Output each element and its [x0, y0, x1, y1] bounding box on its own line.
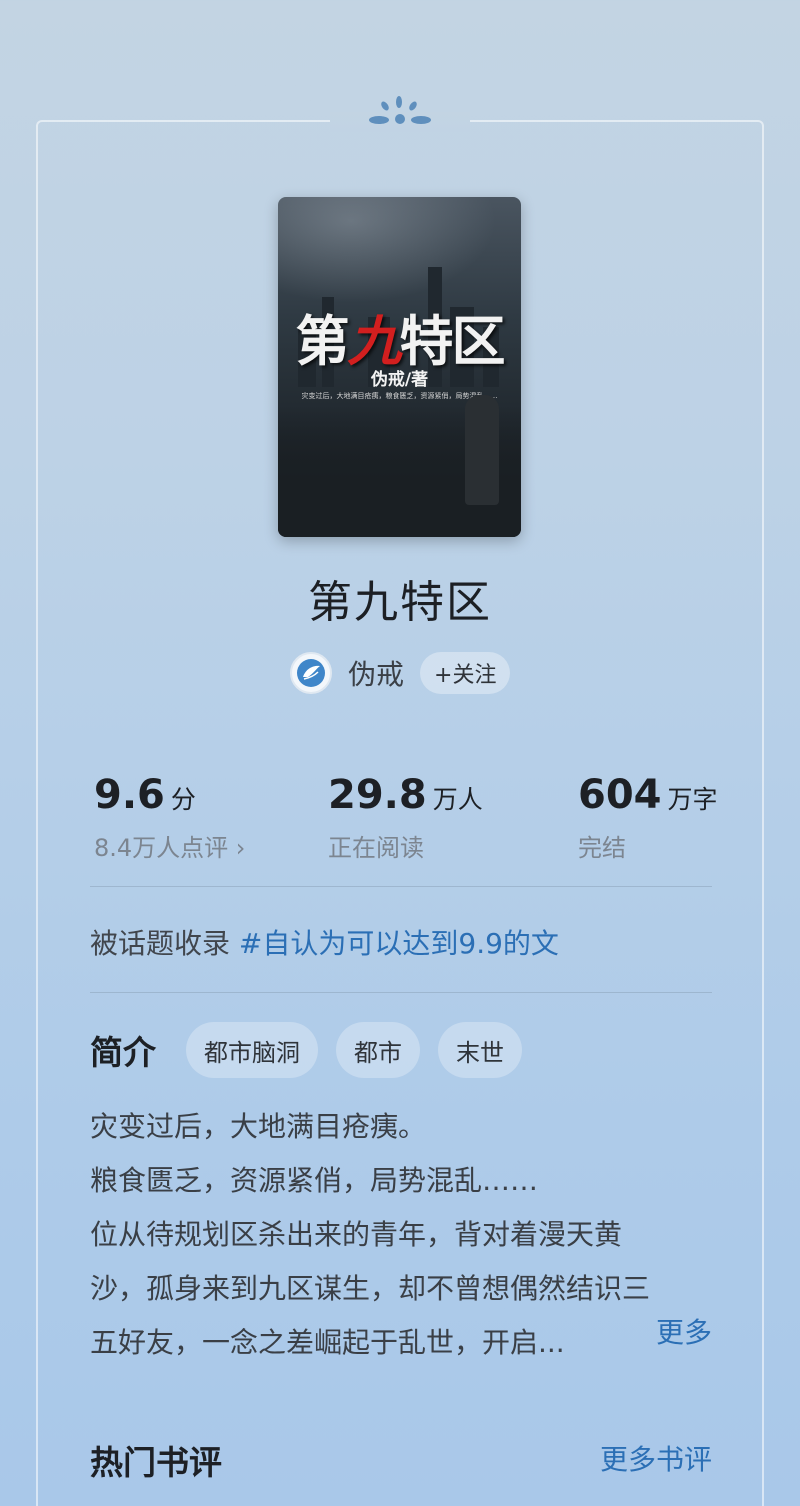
rating-count: 8.4万人点评 › [94, 834, 246, 862]
intro-description: 灾变过后，大地满目疮痍。 粮食匮乏，资源紧俏，局势混乱…… 位从待规划区杀出来的… [90, 1100, 712, 1370]
topic-hashtag[interactable]: #自认为可以达到9.9的文 [239, 927, 559, 960]
more-reviews-link[interactable]: 更多书评 [600, 1438, 712, 1478]
hot-reviews-heading: 热门书评 [90, 1443, 222, 1482]
readers-unit: 万人 [432, 785, 483, 814]
word-count-unit: 万字 [667, 785, 718, 814]
author-avatar[interactable] [290, 652, 332, 694]
book-title: 第九特区 [308, 577, 492, 628]
author-row: 伪戒 +关注 [290, 651, 511, 695]
cover-author: 伪戒/著 [370, 370, 429, 390]
follow-button[interactable]: +关注 [420, 652, 511, 694]
intro-header: 简介 都市脑洞 都市 末世 [90, 1022, 540, 1078]
author-name[interactable]: 伪戒 [348, 653, 404, 693]
ornament-icon [365, 94, 435, 134]
stat-rating[interactable]: 9.6 分 8.4万人点评 › [94, 772, 245, 863]
status-label: 完结 [578, 834, 626, 862]
stats-row: 9.6 分 8.4万人点评 › 29.8 万人 正在阅读 604 万字 完结 [0, 772, 800, 862]
rating-value: 9.6 [94, 772, 165, 818]
book-detail-page: 第九特区 伪戒/著 灾变过后，大地满目疮痍，粮食匮乏，资源紧俏，局势混乱…… 第… [0, 0, 800, 1506]
cover-figure [465, 395, 499, 505]
tag-urban-fantasy[interactable]: 都市脑洞 [186, 1022, 318, 1078]
tag-apocalypse[interactable]: 末世 [438, 1022, 522, 1078]
intro-line: 灾变过后，大地满目疮痍。 [90, 1110, 427, 1143]
word-count-value: 604 [578, 772, 662, 818]
divider [90, 886, 712, 887]
topic-row[interactable]: 被话题收录 #自认为可以达到9.9的文 [90, 922, 559, 962]
book-cover[interactable]: 第九特区 伪戒/著 灾变过后，大地满目疮痍，粮食匮乏，资源紧俏，局势混乱…… [278, 197, 521, 537]
readers-label: 正在阅读 [328, 834, 424, 862]
intro-line: 五好友，一念之差崛起于乱世，开启... [90, 1326, 565, 1359]
intro-more-link[interactable]: 更多 [656, 1311, 712, 1351]
stat-readers: 29.8 万人 正在阅读 [328, 772, 483, 863]
tag-urban[interactable]: 都市 [336, 1022, 420, 1078]
intro-line: 粮食匮乏，资源紧俏，局势混乱…… [90, 1164, 539, 1197]
divider [90, 992, 712, 993]
rating-unit: 分 [170, 785, 196, 814]
intro-line: 沙，孤身来到九区谋生，却不曾想偶然结识三 [90, 1272, 651, 1305]
readers-value: 29.8 [328, 772, 427, 818]
feather-icon [297, 659, 325, 687]
intro-line: 位从待规划区杀出来的青年，背对着漫天黄 [90, 1218, 623, 1251]
stat-word-count: 604 万字 完结 [578, 772, 718, 863]
topic-prefix: 被话题收录 [90, 927, 231, 960]
intro-label: 简介 [90, 1033, 156, 1072]
